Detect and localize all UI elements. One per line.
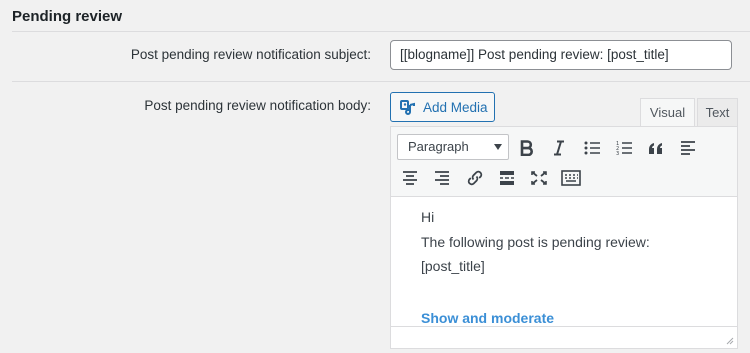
read-more-icon (500, 171, 514, 185)
media-icon (400, 100, 415, 115)
bullet-list-button[interactable] (579, 135, 605, 161)
content-line-placeholder: [post_title] (421, 258, 485, 274)
editor-content[interactable]: Hi The following post is pending review:… (421, 205, 650, 330)
add-media-button[interactable]: Add Media (390, 92, 495, 122)
numbered-list-button[interactable]: 1 2 3 (611, 135, 637, 161)
subject-label: Post pending review notification subject… (130, 47, 371, 62)
toolbar-toggle-icon (561, 170, 581, 186)
resize-handle-icon[interactable] (724, 335, 734, 345)
editor-toolbar: Paragraph 1 2 3 (391, 127, 737, 197)
rich-text-editor: Paragraph 1 2 3 Hi The following post is… (390, 126, 738, 349)
blockquote-button[interactable] (643, 135, 669, 161)
bold-button[interactable] (514, 135, 540, 161)
svg-text:3: 3 (616, 151, 619, 155)
section-divider (12, 31, 750, 32)
chevron-down-icon (494, 144, 502, 150)
tab-text[interactable]: Text (697, 98, 738, 127)
italic-button[interactable] (546, 135, 572, 161)
italic-icon (554, 140, 564, 156)
format-select[interactable]: Paragraph (397, 134, 509, 160)
align-center-icon (403, 171, 417, 185)
align-left-icon (681, 141, 695, 155)
format-select-value: Paragraph (408, 139, 469, 154)
body-label: Post pending review notification body: (144, 98, 371, 113)
toolbar-toggle-button[interactable] (558, 165, 584, 191)
align-right-icon (435, 171, 449, 185)
content-line-message: The following post is pending review: (421, 233, 650, 250)
fullscreen-button[interactable] (526, 165, 552, 191)
add-media-label: Add Media (423, 99, 488, 115)
subject-input[interactable]: [[blogname]] Post pending review: [post_… (390, 40, 732, 70)
blockquote-icon (648, 143, 662, 154)
align-right-button[interactable] (429, 165, 455, 191)
tab-visual[interactable]: Visual (640, 98, 695, 127)
row-divider (12, 81, 750, 82)
align-center-button[interactable] (397, 165, 423, 191)
numbered-list-icon: 1 2 3 (616, 141, 632, 155)
section-title: Pending review (12, 8, 123, 25)
editor-statusbar (391, 326, 737, 348)
link-icon (467, 170, 483, 186)
content-line-greeting: Hi (421, 209, 435, 225)
read-more-button[interactable] (494, 165, 520, 191)
link-button[interactable] (462, 165, 488, 191)
fullscreen-icon (531, 171, 547, 185)
bold-icon (520, 140, 533, 156)
bullet-list-icon (584, 141, 600, 155)
align-left-button[interactable] (675, 135, 701, 161)
